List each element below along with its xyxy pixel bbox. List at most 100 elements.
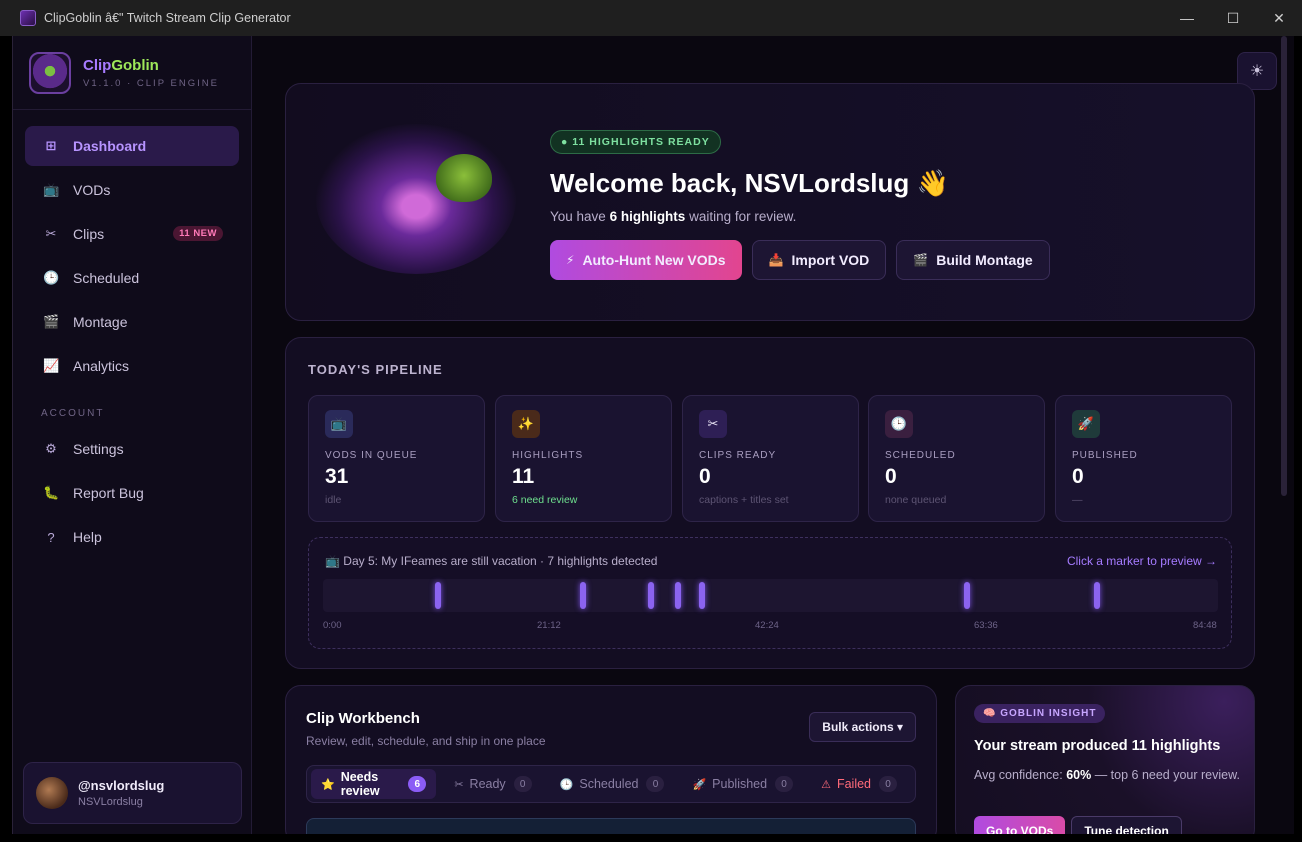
maximize-button[interactable]: ☐ — [1210, 0, 1256, 36]
tune-detection-button[interactable]: Tune detection — [1071, 816, 1182, 834]
highlight-marker[interactable] — [580, 582, 586, 609]
stat-clips-ready[interactable]: ✂ CLIPS READY 0 captions + titles set — [682, 395, 859, 522]
goblin-hero-illustration — [316, 124, 516, 274]
import-icon: 📥 — [768, 253, 784, 267]
sidebar-item-clips[interactable]: ✂ Clips 11 NEW — [25, 214, 239, 254]
tab-ready[interactable]: ✂ Ready 0 — [444, 769, 541, 799]
scissors-icon: ✂ — [699, 410, 727, 438]
vod-timeline: 📺 Day 5: My IFeames are still vacation ·… — [308, 537, 1232, 649]
sidebar-nav: ⊞ Dashboard 📺 VODs ✂ Clips 11 NEW 🕒 Sche… — [13, 110, 251, 557]
goblin-head-icon — [436, 154, 492, 202]
highlight-marker[interactable] — [699, 582, 705, 609]
insight-title: Your stream produced 11 highlights — [974, 738, 1221, 754]
minimize-button[interactable]: — — [1164, 0, 1210, 36]
tab-scheduled[interactable]: 🕒 Scheduled 0 — [550, 769, 675, 799]
window-titlebar: ClipGoblin â€" Twitch Stream Clip Genera… — [0, 0, 1302, 36]
goblin-insight-card: 🧠 GOBLIN INSIGHT Your stream produced 11… — [955, 685, 1255, 834]
sidebar-item-scheduled[interactable]: 🕒 Scheduled — [25, 258, 239, 298]
todays-pipeline: TODAY'S PIPELINE 📺 VODS IN QUEUE 31 idle… — [285, 337, 1255, 669]
hero-actions: ⚡ Auto-Hunt New VODs 📥 Import VOD 🎬 Buil… — [550, 240, 1060, 280]
help-icon: ? — [47, 529, 55, 545]
star-icon: ⭐ — [321, 778, 335, 791]
close-button[interactable]: ✕ — [1256, 0, 1302, 36]
clock-icon: 🕒 — [43, 270, 60, 285]
clock-icon: 🕒 — [885, 410, 913, 438]
welcome-subtitle: You have 6 highlights waiting for review… — [550, 209, 797, 224]
tv-icon: 📺 — [43, 182, 60, 197]
sidebar-item-label: Montage — [73, 314, 128, 330]
window-title: ClipGoblin â€" Twitch Stream Clip Genera… — [44, 11, 291, 25]
sparkle-icon: ✨ — [512, 410, 540, 438]
tab-needs-review[interactable]: ⭐ Needs review 6 — [311, 769, 437, 799]
brand-version: V1.1.0 · CLIP ENGINE — [83, 77, 219, 89]
scrollbar[interactable] — [1281, 36, 1287, 496]
tab-published[interactable]: 🚀 Published 0 — [682, 769, 803, 799]
workbench-tabs: ⭐ Needs review 6 ✂ Ready 0 🕒 Scheduled 0… — [306, 765, 916, 803]
sidebar: ClipGoblin V1.1.0 · CLIP ENGINE ⊞ Dashbo… — [13, 36, 252, 834]
sidebar-item-label: Dashboard — [73, 138, 147, 154]
timeline-tick: 0:00 — [323, 620, 342, 631]
sun-icon: ☀ — [1249, 63, 1265, 80]
highlight-marker[interactable] — [648, 582, 654, 609]
sidebar-item-label: Clips — [73, 226, 105, 242]
user-display-name: NSVLordslug — [78, 796, 143, 808]
sidebar-item-dashboard[interactable]: ⊞ Dashboard — [25, 126, 239, 166]
tab-count: 0 — [775, 776, 794, 792]
insight-body: Avg confidence: 60% — top 6 need your re… — [974, 768, 1240, 782]
timeline-tick: 21:12 — [537, 620, 561, 631]
stat-highlights[interactable]: ✨ HIGHLIGHTS 11 6 need review — [495, 395, 672, 522]
highlight-marker[interactable] — [1094, 582, 1100, 609]
scissors-icon: ✂ — [454, 778, 464, 791]
highlight-marker[interactable] — [675, 582, 681, 609]
brand-name: ClipGoblin — [83, 56, 159, 74]
preview-marker-link[interactable]: Click a marker to preview → — [1067, 554, 1217, 568]
timeline-tick: 84:48 — [1193, 620, 1217, 631]
sidebar-item-settings[interactable]: ⚙ Settings — [25, 429, 239, 469]
import-vod-button[interactable]: 📥 Import VOD — [751, 240, 887, 280]
sidebar-item-report-bug[interactable]: 🐛 Report Bug — [25, 473, 239, 513]
workbench-hint-banner — [306, 818, 916, 834]
sidebar-item-analytics[interactable]: 📈 Analytics — [25, 346, 239, 386]
sidebar-item-vods[interactable]: 📺 VODs — [25, 170, 239, 210]
clock-icon: 🕒 — [559, 778, 574, 791]
stat-scheduled[interactable]: 🕒 SCHEDULED 0 none queued — [868, 395, 1045, 522]
clip-workbench: Clip Workbench Review, edit, schedule, a… — [285, 685, 937, 834]
workbench-title: Clip Workbench — [306, 710, 420, 727]
tab-count: 0 — [646, 776, 665, 792]
window-controls: — ☐ ✕ — [1164, 0, 1302, 36]
user-card[interactable]: @nsvlordslug NSVLordslug — [23, 762, 242, 824]
timeline-heading: 📺 Day 5: My IFeames are still vacation ·… — [325, 554, 658, 568]
brand: ClipGoblin V1.1.0 · CLIP ENGINE — [13, 36, 251, 110]
sidebar-item-help[interactable]: ? Help — [25, 517, 239, 557]
account-section-label: ACCOUNT — [41, 408, 105, 419]
sidebar-item-label: VODs — [73, 182, 111, 198]
workbench-subtitle: Review, edit, schedule, and ship in one … — [306, 734, 546, 748]
auto-hunt-button[interactable]: ⚡ Auto-Hunt New VODs — [550, 240, 742, 280]
highlight-marker[interactable] — [435, 582, 441, 609]
highlight-marker[interactable] — [964, 582, 970, 609]
clapper-icon: 🎬 — [913, 253, 929, 267]
highlights-ready-badge: ● 11 HIGHLIGHTS READY — [550, 130, 721, 154]
bug-icon: 🐛 — [43, 485, 60, 500]
dashboard-icon: ⊞ — [45, 138, 57, 153]
tab-failed[interactable]: ⚠ Failed 0 — [811, 769, 907, 799]
app-icon — [20, 10, 36, 26]
sidebar-item-montage[interactable]: 🎬 Montage — [25, 302, 239, 342]
gear-icon: ⚙ — [45, 441, 57, 456]
timeline-tick: 42:24 — [755, 620, 779, 631]
tab-count: 0 — [513, 776, 532, 792]
stat-published[interactable]: 🚀 PUBLISHED 0 — — [1055, 395, 1232, 522]
go-to-vods-button[interactable]: Go to VODs — [974, 816, 1066, 834]
chart-icon: 📈 — [43, 358, 60, 373]
sidebar-item-label: Scheduled — [73, 270, 140, 286]
build-montage-button[interactable]: 🎬 Build Montage — [896, 240, 1050, 280]
sidebar-item-label: Settings — [73, 441, 124, 457]
new-clips-badge: 11 NEW — [173, 226, 223, 241]
goblin-logo-icon — [29, 51, 71, 94]
timeline-track[interactable] — [323, 579, 1218, 612]
stat-vods-in-queue[interactable]: 📺 VODS IN QUEUE 31 idle — [308, 395, 485, 522]
clapper-icon: 🎬 — [43, 314, 60, 329]
warning-icon: ⚠ — [821, 778, 831, 791]
bulk-actions-button[interactable]: Bulk actions ▾ — [809, 712, 916, 742]
welcome-hero: ● 11 HIGHLIGHTS READY Welcome back, NSVL… — [285, 83, 1255, 321]
